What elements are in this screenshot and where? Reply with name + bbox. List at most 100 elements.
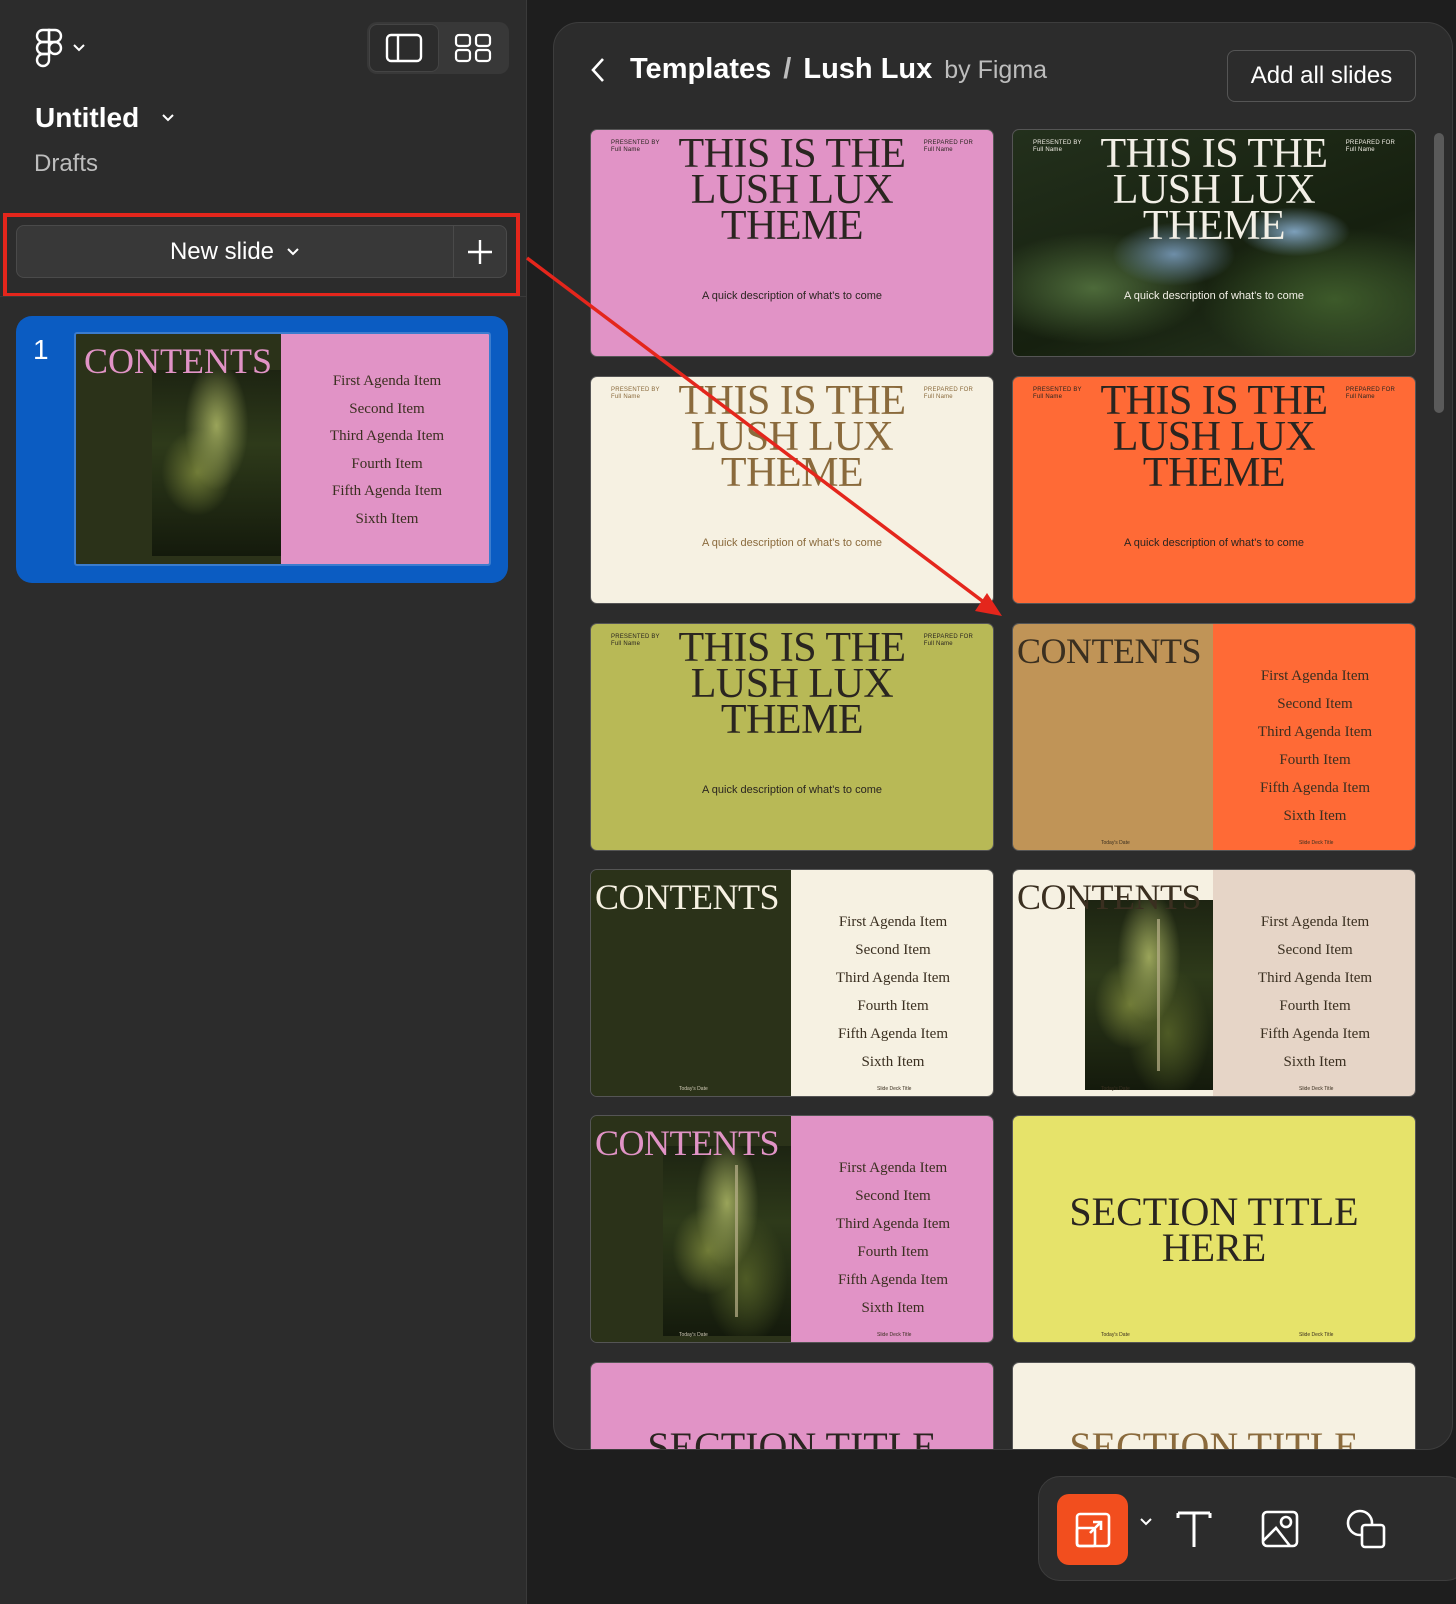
cover-title-line: THEME (720, 203, 864, 249)
grid-view-button[interactable] (439, 24, 507, 72)
template-slide-9[interactable]: CONTENTS First Agenda Item Second Item Thir… (590, 1115, 994, 1343)
slide-tool-button[interactable] (1057, 1494, 1128, 1565)
agenda-list: First Agenda Item Second Item Third Agenda… (791, 908, 993, 1076)
sidebar-view-icon (385, 33, 423, 63)
breadcrumb-templates[interactable]: Templates (630, 53, 771, 86)
agenda-item: Third Agenda Item (1257, 724, 1373, 740)
template-slide-12[interactable]: SECTION TITLE (1012, 1362, 1416, 1450)
footer-title: Slide Deck Title (1299, 1086, 1334, 1092)
bottom-toolbar (1038, 1476, 1456, 1581)
cover-description: A quick description of what's to come (1123, 537, 1305, 549)
slide-preview: CONTENTS First Agenda Item Second Item T… (74, 332, 491, 566)
agenda-item: Fourth Item (857, 998, 929, 1014)
agenda-item: Second Item (855, 1188, 931, 1204)
breadcrumb: Templates / Lush Lux by Figma (586, 53, 1047, 86)
template-slide-4[interactable]: PRESENTED BY Full Name PREPARED FOR Full Na… (1012, 376, 1416, 604)
slide-preview-title: CONTENTS (84, 341, 272, 381)
file-location[interactable]: Drafts (34, 150, 98, 178)
left-sidebar: Untitled Drafts New slide 1 CONTENTS Fir… (0, 0, 527, 1604)
agenda-item: Third Agenda Item (835, 970, 951, 986)
single-view-button[interactable] (369, 24, 439, 72)
cover-description: A quick description of what's to come (701, 290, 883, 302)
chevron-down-icon[interactable] (1139, 1517, 1153, 1527)
chevron-down-icon (162, 114, 174, 122)
template-slide-11[interactable]: SECTION TITLE (590, 1362, 994, 1449)
author-label: by Figma (944, 56, 1048, 84)
cover-title: THIS IS THE LUSH LUX THEME (591, 133, 993, 249)
agenda-list: First Agenda Item Second Item Third Agenda… (1213, 908, 1415, 1076)
template-slide-5[interactable]: PRESENTED BY Full Name PREPARED FOR Full Na… (590, 623, 994, 851)
file-title-dropdown[interactable]: Untitled (35, 102, 175, 134)
cover-title-line: THEME (1142, 450, 1286, 496)
slide-tool-icon (1075, 1512, 1110, 1547)
agenda-item: Third Agenda Item (1257, 970, 1373, 986)
footer-date: Today's Date (679, 1332, 708, 1338)
cover-description: A quick description of what's to come (701, 537, 883, 549)
footer-title: Slide Deck Title (1299, 1332, 1334, 1338)
slide-number: 1 (33, 334, 49, 365)
chevron-left-icon[interactable] (586, 57, 610, 83)
agenda-item: Fifth Agenda Item (838, 1026, 948, 1042)
breadcrumb-current: Lush Lux (803, 53, 933, 85)
chevron-down-icon (73, 44, 85, 52)
section-title: SECTION TITLE (1069, 1424, 1359, 1450)
agenda-item: First Agenda Item (1260, 668, 1370, 684)
image-tool-button[interactable] (1255, 1504, 1305, 1554)
cover-title: THIS IS THE LUSH LUX THEME (1013, 133, 1415, 249)
template-slide-2[interactable]: PRESENTED BY Full Name PREPARED FOR Full Na… (1012, 129, 1416, 357)
agenda-item: First Agenda Item (838, 914, 948, 930)
section-title-line: HERE (1161, 1225, 1267, 1270)
agenda-item: Second Item (1277, 696, 1353, 712)
agenda-list: First Agenda Item Second Item Third Agenda… (791, 1154, 993, 1322)
footer-title: Slide Deck Title (877, 1332, 912, 1338)
agenda-item: Third Agenda Item (835, 1216, 951, 1232)
cover-title-line: THEME (720, 697, 864, 743)
contents-title: CONTENTS (595, 877, 780, 917)
footer-date: Today's Date (1101, 1086, 1130, 1092)
text-tool-button[interactable] (1169, 1504, 1219, 1554)
main-menu-button[interactable] (34, 28, 86, 68)
template-grid: PRESENTED BY Full Name PREPARED FOR Full Na… (590, 129, 1418, 1450)
add-all-slides-button[interactable]: Add all slides (1227, 50, 1416, 102)
agenda-item: Fifth Agenda Item (1260, 780, 1370, 796)
cover-title: THIS IS THE LUSH LUX THEME (591, 627, 993, 743)
breadcrumb-separator: / (783, 53, 792, 85)
grid-view-icon (454, 33, 492, 63)
agenda-item: Second Item (855, 942, 931, 958)
contents-title: CONTENTS (595, 1123, 780, 1163)
agenda-item: Sixth Item (861, 1054, 925, 1070)
template-slide-7[interactable]: CONTENTS First Agenda Item Second Item Thir… (590, 869, 994, 1097)
cover-title-line: THEME (1142, 203, 1286, 249)
contents-title: CONTENTS (1017, 877, 1202, 917)
agenda-item: First Agenda Item (838, 1160, 948, 1176)
annotation-highlight-box (3, 213, 520, 297)
figma-logo-icon (35, 28, 63, 68)
template-slide-8[interactable]: CONTENTS First Agenda Item Second Item Thir… (1012, 869, 1416, 1097)
agenda-item: Fifth Agenda Item (838, 1272, 948, 1288)
template-slide-6[interactable]: CONTENTS First Agenda Item Second Item Thir… (1012, 623, 1416, 851)
scrollbar[interactable] (1434, 133, 1444, 413)
shape-tool-button[interactable] (1341, 1504, 1391, 1554)
section-title: SECTION TITLE HERE (1013, 1192, 1415, 1270)
agenda-item: Sixth Item (1283, 808, 1347, 824)
image-tool-icon (1261, 1510, 1299, 1548)
footer-date: Today's Date (1101, 840, 1130, 846)
cover-title-line: THEME (720, 450, 864, 496)
template-slide-1[interactable]: PRESENTED BY Full Name PREPARED FOR Full Na… (590, 129, 994, 357)
footer-title: Slide Deck Title (1299, 840, 1334, 846)
file-title: Untitled (35, 102, 140, 133)
footer-date: Today's Date (1101, 1332, 1130, 1338)
contents-title: CONTENTS (1017, 631, 1202, 671)
footer-date: Today's Date (679, 1086, 708, 1092)
slide-thumbnail-selected[interactable]: 1 CONTENTS First Agenda Item Second Item… (16, 316, 508, 583)
photo-tree (1085, 900, 1213, 1090)
footer-title: Slide Deck Title (877, 1086, 912, 1092)
agenda-item: Fifth Agenda Item (1260, 1026, 1370, 1042)
cover-title: THIS IS THE LUSH LUX THEME (591, 380, 993, 496)
view-toggle (367, 22, 509, 74)
photo-tree (663, 1146, 791, 1336)
template-slide-3[interactable]: PRESENTED BY Full Name PREPARED FOR Full Na… (590, 376, 994, 604)
cover-title: THIS IS THE LUSH LUX THEME (1013, 380, 1415, 496)
cover-description: A quick description of what's to come (1123, 290, 1305, 302)
template-slide-10[interactable]: SECTION TITLE HERE Today's Date Slide Deck … (1012, 1115, 1416, 1343)
